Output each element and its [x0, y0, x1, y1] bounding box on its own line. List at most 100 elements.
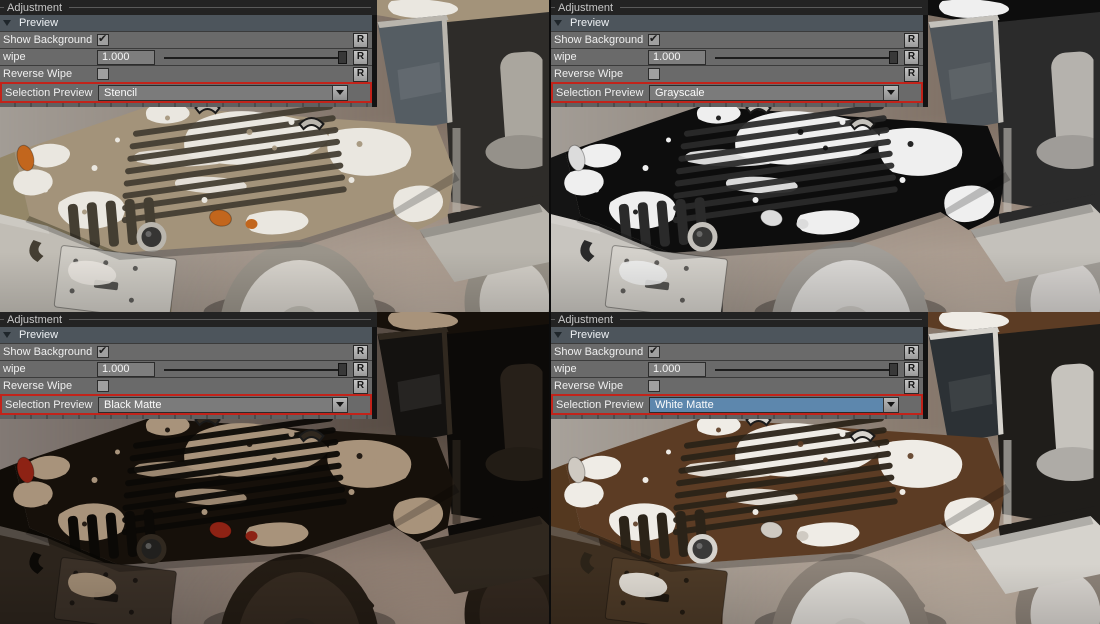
- adjustment-panel: Adjustment Preview Show Background R wip…: [0, 312, 377, 419]
- show-background-checkbox[interactable]: [97, 346, 109, 358]
- reverse-wipe-row: Reverse Wipe R: [0, 65, 372, 82]
- reset-button[interactable]: R: [353, 345, 368, 360]
- wipe-row: wipe 1.000 R: [0, 360, 372, 377]
- clipped-next-row: [0, 103, 372, 107]
- reverse-wipe-label: Reverse Wipe: [554, 380, 648, 392]
- selection-preview-row: Selection Preview Grayscale: [551, 82, 923, 103]
- selection-preview-label: Selection Preview: [5, 399, 98, 411]
- dropdown-arrow-icon[interactable]: [883, 86, 898, 100]
- show-background-row: Show Background R: [0, 31, 372, 48]
- reset-button[interactable]: R: [904, 362, 919, 377]
- header-rule: [69, 319, 371, 320]
- panel-header: Adjustment: [0, 312, 377, 327]
- panel-title: Adjustment: [558, 2, 613, 14]
- header-rule: [69, 7, 371, 8]
- adjustment-panel: Adjustment Preview Show Background R wip…: [551, 312, 928, 419]
- reverse-wipe-label: Reverse Wipe: [554, 68, 648, 80]
- dropdown-value: Stencil: [99, 87, 332, 99]
- preview-section-header[interactable]: Preview: [551, 327, 923, 343]
- header-rule: [620, 7, 922, 8]
- wipe-value-field[interactable]: 1.000: [648, 50, 706, 65]
- dropdown-arrow-icon[interactable]: [883, 398, 898, 412]
- header-rule: [620, 319, 922, 320]
- wipe-slider[interactable]: [164, 51, 347, 64]
- section-label: Preview: [570, 17, 609, 29]
- preview-section-header[interactable]: Preview: [0, 15, 372, 31]
- reverse-wipe-checkbox[interactable]: [648, 68, 660, 80]
- preview-section-header[interactable]: Preview: [551, 15, 923, 31]
- reset-button[interactable]: R: [904, 379, 919, 394]
- reverse-wipe-checkbox[interactable]: [97, 380, 109, 392]
- show-background-row: Show Background R: [551, 343, 923, 360]
- reset-button[interactable]: R: [353, 67, 368, 82]
- wipe-value-field[interactable]: 1.000: [648, 362, 706, 377]
- dropdown-arrow-icon[interactable]: [332, 86, 347, 100]
- reverse-wipe-label: Reverse Wipe: [3, 380, 97, 392]
- wipe-slider-handle[interactable]: [338, 363, 347, 376]
- show-background-checkbox[interactable]: [97, 34, 109, 46]
- quadrant-white-matte: Adjustment Preview Show Background R wip…: [551, 312, 1100, 624]
- adjustment-panel: Adjustment Preview Show Background R wip…: [0, 0, 377, 107]
- wipe-slider[interactable]: [715, 363, 898, 376]
- reverse-wipe-label: Reverse Wipe: [3, 68, 97, 80]
- header-rule: [551, 7, 555, 8]
- wipe-row: wipe 1.000 R: [0, 48, 372, 65]
- quadrant-grayscale: Adjustment Preview Show Background R wip…: [551, 0, 1100, 312]
- wipe-value-field[interactable]: 1.000: [97, 50, 155, 65]
- selection-preview-label: Selection Preview: [5, 87, 98, 99]
- wipe-slider-handle[interactable]: [889, 363, 898, 376]
- clipped-next-row: [551, 103, 923, 107]
- reverse-wipe-row: Reverse Wipe R: [0, 377, 372, 394]
- reset-button[interactable]: R: [904, 33, 919, 48]
- reset-button[interactable]: R: [353, 379, 368, 394]
- reset-button[interactable]: R: [904, 50, 919, 65]
- quadrant-stencil: Adjustment Preview Show Background R wip…: [0, 0, 549, 312]
- reverse-wipe-row: Reverse Wipe R: [551, 65, 923, 82]
- selection-preview-dropdown[interactable]: Grayscale: [649, 85, 899, 101]
- show-background-checkbox[interactable]: [648, 346, 660, 358]
- show-background-checkbox[interactable]: [648, 34, 660, 46]
- selection-preview-row: Selection Preview Stencil: [0, 82, 372, 103]
- selection-preview-dropdown[interactable]: Black Matte: [98, 397, 348, 413]
- reverse-wipe-checkbox[interactable]: [648, 380, 660, 392]
- show-background-row: Show Background R: [0, 343, 372, 360]
- header-rule: [551, 319, 555, 320]
- reset-button[interactable]: R: [353, 362, 368, 377]
- panel-title: Adjustment: [7, 314, 62, 326]
- panel-header: Adjustment: [551, 312, 928, 327]
- selection-preview-row: Selection Preview White Matte: [551, 394, 923, 415]
- wipe-slider[interactable]: [715, 51, 898, 64]
- dropdown-arrow-icon[interactable]: [332, 398, 347, 412]
- selection-preview-dropdown[interactable]: Stencil: [98, 85, 348, 101]
- dropdown-value: Grayscale: [650, 87, 883, 99]
- wipe-slider[interactable]: [164, 363, 347, 376]
- collapse-triangle-icon: [3, 20, 11, 26]
- selection-preview-label: Selection Preview: [556, 399, 649, 411]
- collapse-triangle-icon: [554, 332, 562, 338]
- reset-button[interactable]: R: [353, 33, 368, 48]
- panel-title: Adjustment: [558, 314, 613, 326]
- panel-header: Adjustment: [0, 0, 377, 15]
- section-label: Preview: [570, 329, 609, 341]
- show-background-label: Show Background: [554, 34, 648, 46]
- reset-button[interactable]: R: [353, 50, 368, 65]
- wipe-slider-handle[interactable]: [338, 51, 347, 64]
- reset-button[interactable]: R: [904, 67, 919, 82]
- collapse-triangle-icon: [3, 332, 11, 338]
- wipe-slider-handle[interactable]: [889, 51, 898, 64]
- wipe-value-field[interactable]: 1.000: [97, 362, 155, 377]
- reset-button[interactable]: R: [904, 345, 919, 360]
- selection-preview-dropdown[interactable]: White Matte: [649, 397, 899, 413]
- selection-preview-row: Selection Preview Black Matte: [0, 394, 372, 415]
- reverse-wipe-checkbox[interactable]: [97, 68, 109, 80]
- dropdown-value: Black Matte: [99, 399, 332, 411]
- preview-section-header[interactable]: Preview: [0, 327, 372, 343]
- adjustment-panel: Adjustment Preview Show Background R wip…: [551, 0, 928, 107]
- quadrant-black-matte: Adjustment Preview Show Background R wip…: [0, 312, 549, 624]
- wipe-row: wipe 1.000 R: [551, 48, 923, 65]
- show-background-row: Show Background R: [551, 31, 923, 48]
- panel-title: Adjustment: [7, 2, 62, 14]
- section-label: Preview: [19, 17, 58, 29]
- selection-preview-label: Selection Preview: [556, 87, 649, 99]
- show-background-label: Show Background: [3, 34, 97, 46]
